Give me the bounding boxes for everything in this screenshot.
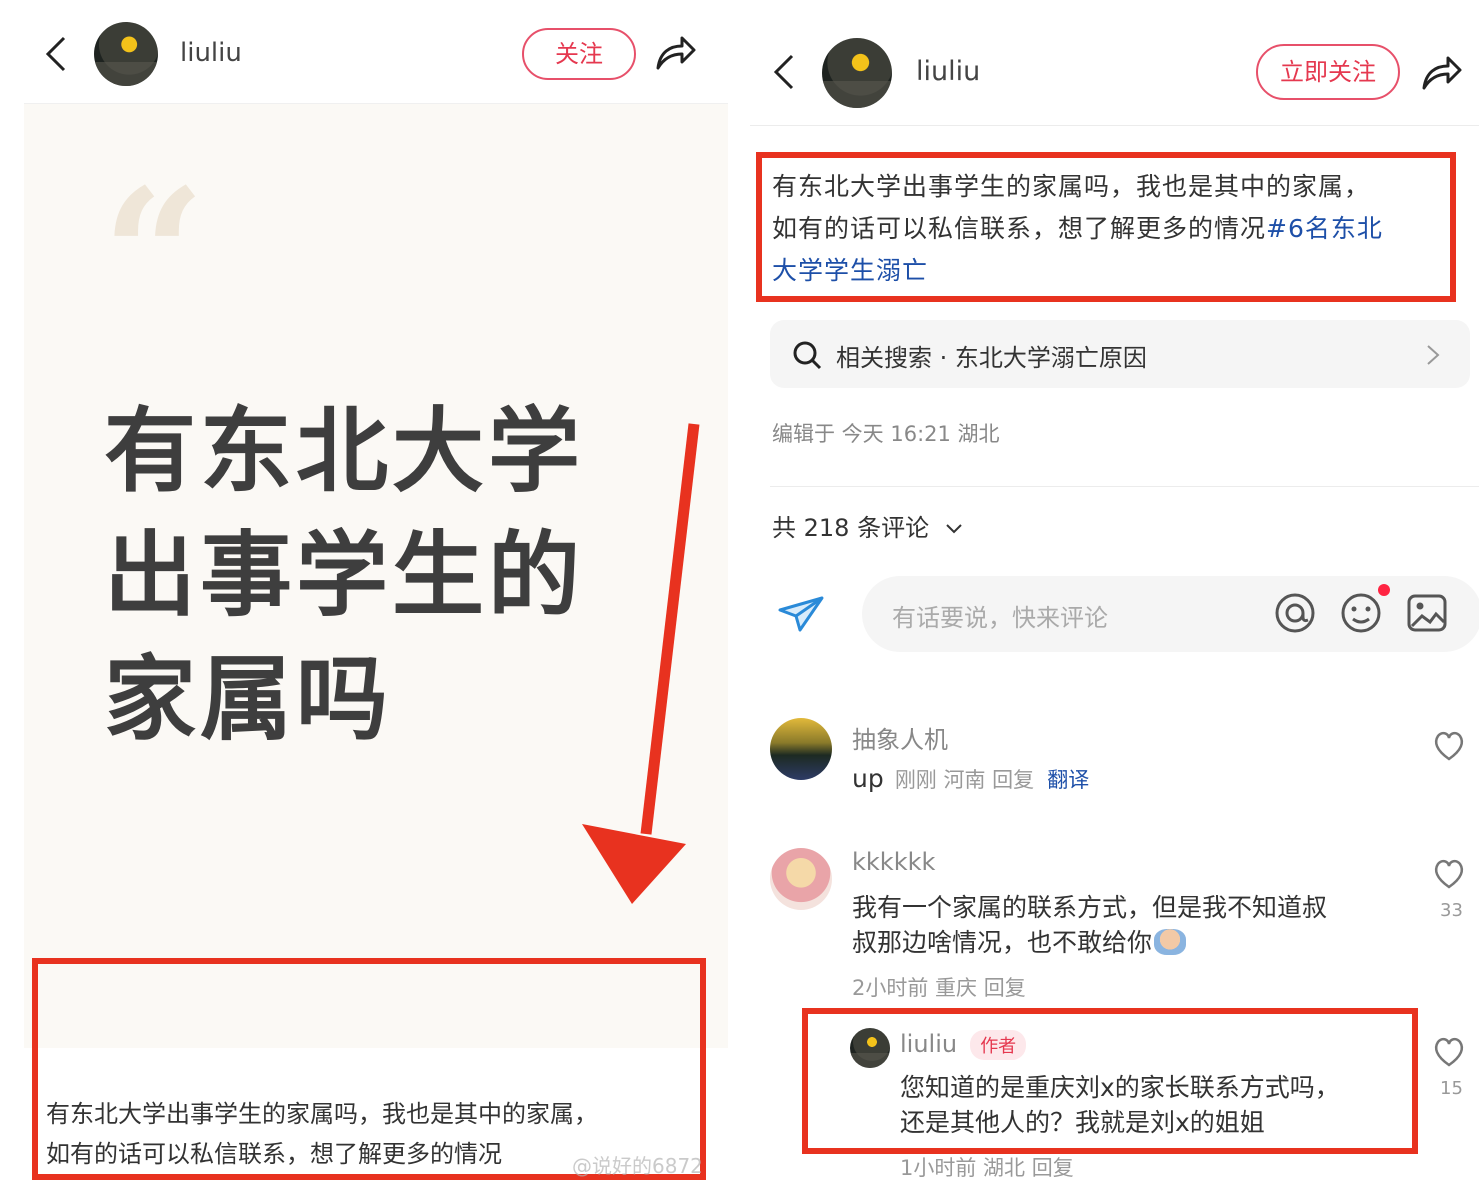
panel-divider — [740, 0, 750, 1200]
red-arrow-annotation — [582, 423, 700, 904]
comment-line: 我有一个家属的联系方式，但是我不知道叔 — [852, 893, 1328, 922]
follow-button[interactable]: 关注 — [522, 28, 636, 80]
title-line: 出事学生的 — [104, 522, 585, 629]
back-arrow-icon[interactable] — [772, 54, 796, 90]
comment-placeholder: 有话要说，快来评论 — [892, 604, 1108, 632]
paper-plane-icon[interactable] — [778, 596, 824, 632]
commenter-avatar[interactable] — [770, 718, 832, 780]
title-line: 家属吗 — [104, 646, 393, 753]
like-count: 15 — [1440, 1078, 1463, 1099]
comment-line: up 刚刚 河南 回复 翻译 — [852, 764, 1089, 794]
edit-meta: 编辑于 今天 16:21 湖北 — [772, 422, 1000, 446]
chevron-down-icon — [946, 524, 962, 534]
quote-mark: “ — [102, 150, 206, 361]
red-highlight-box — [756, 152, 1456, 302]
divider — [770, 486, 1479, 487]
comment-meta: 刚刚 河南 回复 — [894, 768, 1035, 792]
left-screenshot: liuliu 关注 “ 有东北大学 出事学生的 家属吗 有东北大学出事学生的家属… — [24, 0, 728, 1200]
comment-body: up — [852, 764, 884, 793]
heart-icon[interactable] — [1432, 1036, 1466, 1068]
at-icon[interactable] — [1274, 592, 1316, 634]
red-highlight-box — [802, 1008, 1418, 1154]
like-count: 33 — [1440, 900, 1463, 921]
note-title: 有东北大学 出事学生的 家属吗 — [104, 390, 624, 762]
back-arrow-icon[interactable] — [44, 36, 68, 72]
comment-line: 叔那边啥情况，也不敢给你 — [852, 925, 1392, 960]
title-line: 有东北大学 — [104, 398, 585, 505]
commenter-name[interactable]: kkkkkk — [852, 848, 935, 876]
comment-line-text: 叔那边啥情况，也不敢给你 — [852, 928, 1153, 957]
username[interactable]: liuliu — [916, 56, 980, 87]
notification-dot — [1378, 584, 1390, 596]
follow-label: 立即关注 — [1280, 58, 1376, 86]
emoji-sticker — [1154, 929, 1187, 955]
comment-count[interactable]: 共 218 条评论 — [772, 508, 963, 543]
commenter-avatar[interactable] — [770, 848, 832, 910]
image-icon[interactable] — [1406, 592, 1448, 634]
username[interactable]: liuliu — [180, 38, 242, 68]
heart-icon[interactable] — [1432, 858, 1466, 890]
emoji-icon[interactable] — [1340, 592, 1382, 634]
chevron-right-icon — [1427, 345, 1440, 365]
avatar[interactable] — [822, 38, 892, 108]
right-screenshot: liuliu 立即关注 有东北大学出事学生的家属吗，我也是其中的家属， 如有的话… — [750, 0, 1479, 1200]
heart-icon[interactable] — [1432, 730, 1466, 762]
follow-button[interactable]: 立即关注 — [1256, 44, 1400, 100]
share-icon[interactable] — [1420, 52, 1464, 92]
avatar[interactable] — [94, 22, 158, 86]
search-icon — [793, 341, 822, 370]
comment-input[interactable]: 有话要说，快来评论 — [862, 576, 1479, 652]
share-icon[interactable] — [654, 32, 698, 72]
top-bar: liuliu 立即关注 — [750, 0, 1479, 126]
related-search-text: 相关搜索 · 东北大学溺亡原因 — [836, 344, 1147, 372]
comment-meta: 2小时前 重庆 回复 — [852, 976, 1026, 1000]
commenter-name[interactable]: 抽象人机 — [852, 720, 948, 755]
top-bar: liuliu 关注 — [24, 0, 728, 104]
follow-label: 关注 — [555, 40, 603, 68]
comment-body: 我有一个家属的联系方式，但是我不知道叔 叔那边啥情况，也不敢给你 — [852, 890, 1392, 960]
red-highlight-box — [32, 958, 706, 1180]
comment-count-text: 共 218 条评论 — [772, 514, 930, 542]
related-search-bar[interactable]: 相关搜索 · 东北大学溺亡原因 — [770, 320, 1470, 388]
translate-link[interactable]: 翻译 — [1047, 768, 1089, 792]
watermark: @说好的6872 — [572, 1154, 703, 1178]
reply-meta: 1小时前 湖北 回复 — [900, 1156, 1074, 1180]
